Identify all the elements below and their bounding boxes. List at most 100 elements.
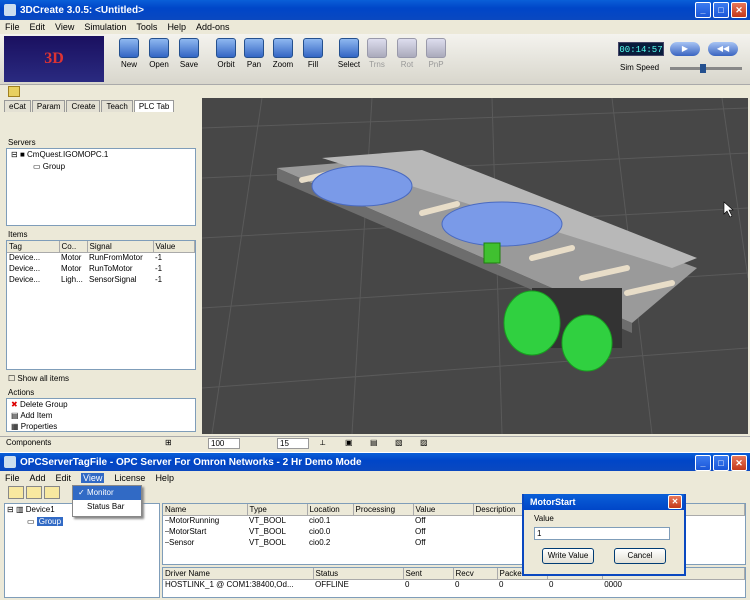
opc-minimize-button[interactable]: _ (695, 455, 711, 471)
pan-button[interactable]: Pan (241, 38, 267, 69)
warning-icon[interactable] (44, 486, 60, 499)
menu-bar: File Edit View Simulation Tools Help Add… (0, 20, 750, 34)
col-name[interactable]: Name (163, 504, 248, 516)
menu-addons[interactable]: Add-ons (196, 22, 230, 32)
col-processing[interactable]: Processing (353, 504, 414, 516)
maximize-button[interactable]: □ (713, 2, 729, 18)
zoom-button[interactable]: Zoom (270, 38, 296, 69)
opc-menu-license[interactable]: License (114, 473, 145, 483)
menu-file[interactable]: File (5, 22, 20, 32)
delete-icon: ✖ (11, 400, 18, 409)
table-row[interactable]: Device... Motor RunToMotor -1 (7, 263, 195, 274)
tree-node-server[interactable]: ⊟ ■ CmQuest.IGOMOPC.1 (7, 149, 195, 161)
col-value[interactable]: Value (413, 504, 474, 516)
field-two[interactable]: 15 (277, 438, 309, 449)
col-value[interactable]: Value (153, 241, 195, 253)
col-status[interactable]: Status (313, 568, 404, 580)
axis-icon[interactable]: ⟂ (320, 438, 325, 448)
show-all-checkbox[interactable]: ☐ Show all items (8, 374, 69, 383)
scene-render (202, 98, 748, 434)
menu-item-status-bar[interactable]: Status Bar (73, 500, 141, 514)
camera-icon[interactable]: ▤ (370, 438, 378, 447)
select-button[interactable]: Select (336, 38, 362, 69)
opc-menu-edit[interactable]: Edit (56, 473, 72, 483)
dialog-close-button[interactable]: ✕ (668, 495, 682, 509)
col-type[interactable]: Type (247, 504, 308, 516)
table-row[interactable]: Device... Motor RunFromMotor -1 (7, 252, 195, 263)
app-icon (4, 4, 16, 16)
save-button[interactable]: Save (176, 38, 202, 69)
reset-button[interactable]: ◀◀ (708, 42, 738, 56)
tab-ecat[interactable]: eCat (4, 100, 31, 112)
pnp-button[interactable]: PnP (423, 38, 449, 69)
fill-button[interactable]: Fill (300, 38, 326, 69)
pnp-icon (426, 38, 446, 58)
minimize-button[interactable]: _ (695, 2, 711, 18)
menu-help[interactable]: Help (167, 22, 186, 32)
logo: 3D (4, 36, 104, 82)
open-folder-icon[interactable] (26, 486, 42, 499)
opc-menu-help[interactable]: Help (155, 473, 174, 483)
zoom-icon (273, 38, 293, 58)
opc-menu-add[interactable]: Add (30, 473, 46, 483)
sim-speed-slider[interactable] (670, 64, 742, 73)
col-signal[interactable]: Signal (87, 241, 154, 253)
col-driver-name[interactable]: Driver Name (163, 568, 314, 580)
open-button[interactable]: Open (146, 38, 172, 69)
translate-button[interactable]: Trns (364, 38, 390, 69)
tree-node-group[interactable]: ▭ Group (7, 161, 195, 173)
menu-view[interactable]: View (55, 22, 74, 32)
opc-menu-file[interactable]: File (5, 473, 20, 483)
tab-create[interactable]: Create (66, 100, 101, 112)
rotate-button[interactable]: Rot (394, 38, 420, 69)
render-icon[interactable]: ▨ (420, 438, 428, 447)
new-button[interactable]: New (116, 38, 142, 69)
menu-item-monitor[interactable]: ✓ Monitor (73, 486, 141, 500)
items-table: Tag Co.. Signal Value Device... Motor RunF… (6, 240, 196, 370)
col-co[interactable]: Co.. (59, 241, 88, 253)
tab-teach[interactable]: Teach (101, 100, 133, 112)
write-value-button[interactable]: Write Value (542, 548, 594, 564)
new-device-icon[interactable] (8, 486, 24, 499)
opc-close-button[interactable]: ✕ (731, 455, 747, 471)
table-row[interactable]: Device... Ligh... SensorSignal -1 (7, 274, 195, 285)
menu-simulation[interactable]: Simulation (84, 22, 126, 32)
properties-action[interactable]: ▦ Properties (11, 421, 195, 432)
close-button[interactable]: ✕ (731, 2, 747, 18)
table-row[interactable]: HOSTLINK_1 @ COM1:38400,Od... OFFLINE 0 … (163, 579, 745, 590)
3d-viewport[interactable] (202, 98, 748, 434)
opc-maximize-button[interactable]: □ (713, 455, 729, 471)
translate-icon (367, 38, 387, 58)
delete-group-action[interactable]: ✖ Delete Group (11, 399, 195, 410)
opc-title-bar: OPCServerTagFile - OPC Server For Omron … (0, 453, 750, 471)
col-recv[interactable]: Recv (453, 568, 498, 580)
select-arrow-icon (339, 38, 359, 58)
folder-icon[interactable] (8, 86, 20, 97)
orbit-button[interactable]: Orbit (213, 38, 239, 69)
menu-tools[interactable]: Tools (136, 22, 157, 32)
col-sent[interactable]: Sent (403, 568, 454, 580)
new-icon (119, 38, 139, 58)
field-one[interactable]: 100 (208, 438, 240, 449)
opc-menu-view[interactable]: View (81, 473, 105, 483)
actions-list: ✖ Delete Group ▤ Add Item ▦ Properties (6, 398, 196, 432)
tree-node-group[interactable]: ▭ Group (5, 516, 159, 528)
sim-speed-label: Sim Speed (620, 63, 660, 72)
tab-param[interactable]: Param (31, 100, 66, 112)
menu-edit[interactable]: Edit (30, 22, 46, 32)
col-location[interactable]: Location (307, 504, 354, 516)
view-icon[interactable]: ▧ (395, 438, 403, 447)
dialog-title: MotorStart ✕ (524, 494, 684, 510)
play-button[interactable]: ▶ (670, 42, 700, 56)
snap-icon[interactable]: ▣ (345, 438, 353, 447)
slider-knob[interactable] (699, 64, 706, 73)
components-label: Components (6, 438, 52, 447)
cancel-button[interactable]: Cancel (614, 548, 666, 564)
value-input[interactable]: 1 (534, 527, 670, 540)
tab-plc[interactable]: PLC Tab (133, 100, 175, 112)
col-tag[interactable]: Tag (7, 241, 60, 253)
add-item-action[interactable]: ▤ Add Item (11, 410, 195, 421)
value-label: Value (534, 514, 554, 523)
secondary-toolbar (0, 84, 750, 98)
grid-icon[interactable]: ⊞ (165, 438, 172, 447)
